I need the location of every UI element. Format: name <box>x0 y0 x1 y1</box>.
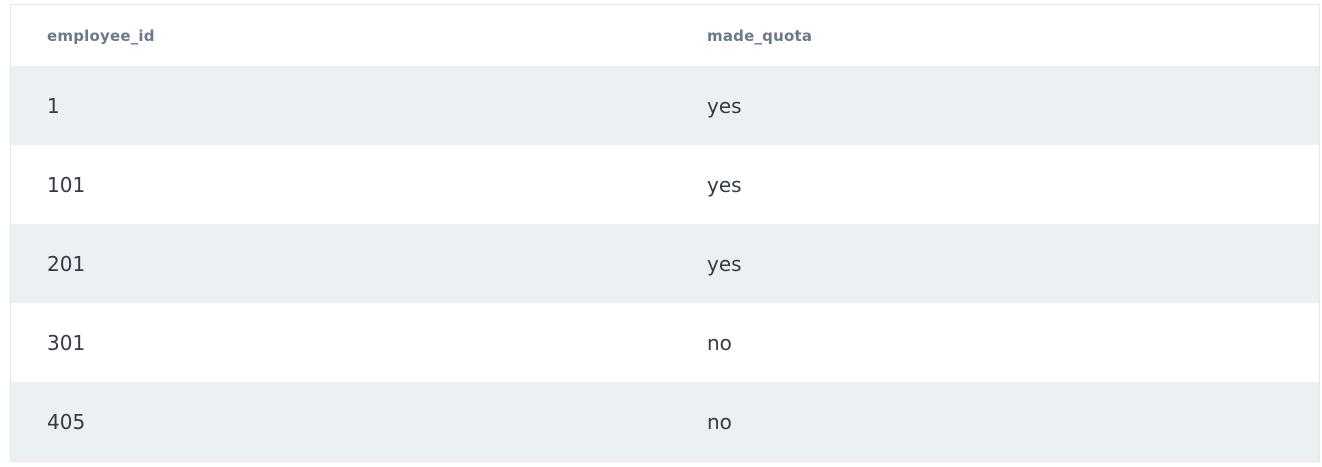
cell-made-quota: no <box>707 330 732 355</box>
table-row: 201 yes <box>11 224 1319 303</box>
table-header-row: employee_id made_quota <box>11 5 1319 66</box>
table-row: 101 yes <box>11 145 1319 224</box>
table-row: 301 no <box>11 303 1319 382</box>
results-table-container: employee_id made_quota 1 yes 101 yes 201… <box>10 4 1320 462</box>
results-table: employee_id made_quota 1 yes 101 yes 201… <box>11 5 1319 461</box>
cell-employee-id: 201 <box>47 251 86 276</box>
cell-made-quota: yes <box>707 251 742 276</box>
table-row: 1 yes <box>11 66 1319 145</box>
table-row: 405 no <box>11 382 1319 461</box>
cell-made-quota: no <box>707 409 732 434</box>
cell-employee-id: 405 <box>47 409 86 434</box>
column-header-employee-id[interactable]: employee_id <box>11 5 671 66</box>
column-header-made-quota[interactable]: made_quota <box>671 5 1319 66</box>
cell-employee-id: 1 <box>47 93 60 118</box>
cell-employee-id: 101 <box>47 172 86 197</box>
cell-made-quota: yes <box>707 172 742 197</box>
cell-made-quota: yes <box>707 93 742 118</box>
cell-employee-id: 301 <box>47 330 86 355</box>
